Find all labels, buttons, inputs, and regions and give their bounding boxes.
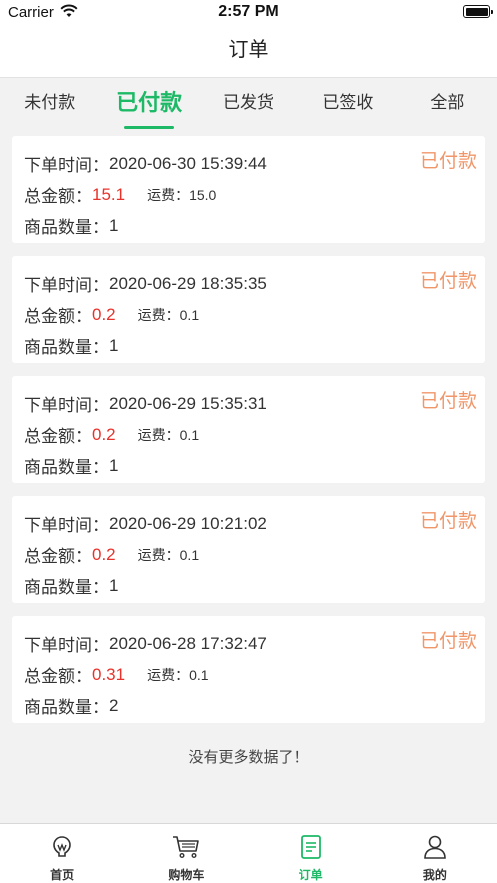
order-card[interactable]: 下单时间： 2020-06-30 15:39:44 总金额： 15.1 运费： 15.0… — [12, 136, 485, 243]
order-time: 2020-06-29 10:21:02 — [109, 513, 267, 533]
order-time: 2020-06-30 15:39:44 — [109, 153, 267, 173]
cart-icon — [171, 832, 201, 862]
no-more-data-text: 没有更多数据了！ — [188, 749, 309, 766]
order-freight: 0.1 — [189, 666, 209, 683]
order-total: 0.2 — [92, 544, 116, 564]
order-quantity: 1 — [109, 215, 119, 235]
total-label: 总金额： — [24, 547, 92, 566]
status-bar: Carrier 2:57 PM — [0, 0, 497, 26]
order-time-label: 下单时间： — [24, 276, 109, 295]
tab-bar-label: 订单 — [298, 868, 323, 882]
tab-bar-profile[interactable]: 我的 — [373, 824, 497, 883]
order-status: 已付款 — [419, 631, 477, 652]
tab-bar-orders[interactable]: 订单 — [249, 824, 373, 883]
tab-bar-cart[interactable]: 购物车 — [124, 824, 248, 883]
order-freight: 15.0 — [189, 186, 217, 203]
order-freight: 0.1 — [179, 306, 200, 323]
order-time-label: 下单时间： — [24, 636, 109, 655]
order-card[interactable]: 下单时间： 2020-06-29 18:35:35 总金额： 0.2 运费： 0.1 商… — [12, 256, 485, 363]
order-status: 已付款 — [419, 391, 477, 412]
tab-bar-label: 我的 — [422, 868, 447, 882]
home-icon — [47, 832, 77, 862]
order-quantity: 1 — [109, 335, 119, 355]
order-freight: 0.1 — [179, 426, 200, 443]
order-time: 2020-06-28 17:32:47 — [109, 633, 267, 653]
quantity-label: 商品数量： — [24, 698, 109, 717]
order-quantity: 1 — [109, 575, 119, 595]
profile-icon — [420, 832, 450, 862]
order-card[interactable]: 下单时间： 2020-06-28 17:32:47 总金额： 0.31 运费： 0.1 … — [12, 616, 485, 723]
order-time-label: 下单时间： — [24, 516, 109, 535]
freight-label: 运费： — [147, 666, 190, 683]
order-total: 0.31 — [92, 664, 126, 684]
order-quantity: 1 — [109, 455, 119, 475]
freight-label: 运费： — [147, 186, 190, 203]
order-card[interactable]: 下单时间： 2020-06-29 15:35:31 总金额： 0.2 运费： 0.1 商… — [12, 376, 485, 483]
tab-bar-home[interactable]: 首页 — [0, 824, 124, 883]
order-status: 已付款 — [419, 511, 477, 532]
battery-icon — [463, 5, 493, 18]
order-total: 0.2 — [92, 304, 116, 324]
order-time: 2020-06-29 15:35:31 — [109, 393, 267, 413]
page-title: 订单 — [228, 39, 269, 61]
tab-all[interactable]: 全部 — [398, 79, 497, 129]
bottom-tab-bar: 首页 购物车 订单 我的 — [0, 823, 497, 883]
order-card[interactable]: 下单时间： 2020-06-29 10:21:02 总金额： 0.2 运费： 0.1 商… — [12, 496, 485, 603]
order-time-label: 下单时间： — [24, 156, 109, 175]
tab-bar-label: 首页 — [50, 868, 75, 882]
clock: 2:57 PM — [218, 3, 279, 20]
order-time: 2020-06-29 18:35:35 — [109, 273, 267, 293]
order-freight: 0.1 — [179, 546, 200, 563]
total-label: 总金额： — [24, 187, 92, 206]
freight-label: 运费： — [137, 306, 180, 323]
order-status-tabs: 未付款 已付款 已发货 已签收 全部 — [0, 79, 497, 129]
freight-label: 运费： — [137, 546, 180, 563]
quantity-label: 商品数量： — [24, 458, 109, 477]
nav-bar: 订单 — [0, 26, 497, 78]
quantity-label: 商品数量： — [24, 218, 109, 237]
order-time-label: 下单时间： — [24, 396, 109, 415]
quantity-label: 商品数量： — [24, 338, 109, 357]
freight-label: 运费： — [137, 426, 180, 443]
order-list: 下单时间： 2020-06-30 15:39:44 总金额： 15.1 运费： 15.0… — [12, 136, 485, 736]
total-label: 总金额： — [24, 307, 92, 326]
quantity-label: 商品数量： — [24, 578, 109, 597]
order-status: 已付款 — [419, 151, 477, 172]
tab-paid[interactable]: 已付款 — [99, 79, 198, 129]
tab-received[interactable]: 已签收 — [298, 79, 397, 129]
total-label: 总金额： — [24, 667, 92, 686]
total-label: 总金额： — [24, 427, 92, 446]
tab-unpaid[interactable]: 未付款 — [0, 79, 99, 129]
tab-shipped[interactable]: 已发货 — [199, 79, 298, 129]
order-total: 0.2 — [92, 424, 116, 444]
order-quantity: 2 — [109, 695, 119, 715]
order-status: 已付款 — [419, 271, 477, 292]
tab-bar-label: 购物车 — [168, 868, 205, 882]
order-icon — [296, 832, 326, 862]
order-total: 15.1 — [92, 184, 126, 204]
